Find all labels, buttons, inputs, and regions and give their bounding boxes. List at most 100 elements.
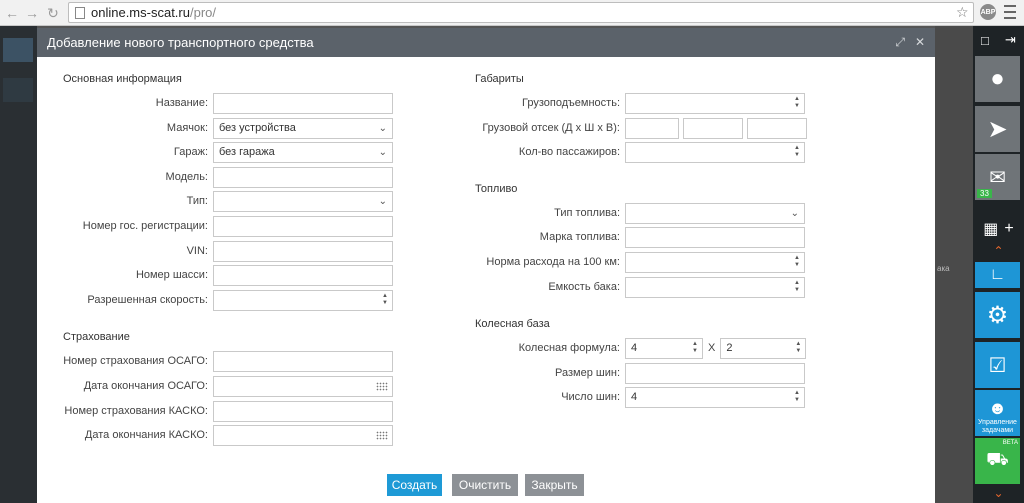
background-tile xyxy=(3,78,33,102)
garage-row: Гараж: без гаража ⌄ xyxy=(37,141,393,163)
fuel-rate-input[interactable]: ▲ ▼ xyxy=(625,251,805,273)
passengers-label: Кол-во пассажиров: xyxy=(518,146,620,158)
task-management-label: Управление задачами xyxy=(978,419,1017,434)
osago-num-input[interactable] xyxy=(213,350,393,372)
expand-icon[interactable]: ⤢ xyxy=(895,35,905,50)
checklist-tile[interactable]: ☑ xyxy=(975,342,1020,388)
cargo-length-input[interactable] xyxy=(625,117,679,139)
cargo-height-input[interactable] xyxy=(747,117,807,139)
capacity-label: Грузоподъемность: xyxy=(522,97,620,109)
fuel-rate-row: Норма расхода на 100 км: ▲ ▼ xyxy=(437,251,805,273)
chart-tile[interactable]: ∟ xyxy=(975,262,1020,288)
messages-tile[interactable]: ✉ 33 xyxy=(975,154,1020,200)
spinner-icon[interactable]: ▲ ▼ xyxy=(794,255,800,269)
settings-tile[interactable]: ⚙ xyxy=(975,292,1020,338)
model-label: Модель: xyxy=(165,171,208,183)
spinner-icon[interactable]: ▲ ▼ xyxy=(794,96,800,110)
garage-select[interactable]: без гаража ⌄ xyxy=(213,141,393,163)
chart-icon: ∟ xyxy=(989,266,1006,283)
bookmark-star-icon[interactable]: ☆ xyxy=(956,4,969,21)
wheel-formula-b-input[interactable]: 2 ▲ ▼ xyxy=(720,337,807,359)
beacon-value: без устройства xyxy=(219,122,296,134)
tank-input[interactable]: ▲ ▼ xyxy=(625,276,805,298)
garage-label: Гараж: xyxy=(173,146,208,158)
navigation-arrow-icon: ➤ xyxy=(987,115,1008,143)
rightbar-top: □ ⇥ xyxy=(973,26,1024,54)
passengers-input[interactable]: ▲ ▼ xyxy=(625,141,805,163)
spinner-icon[interactable]: ▲ ▼ xyxy=(692,341,698,355)
model-input[interactable] xyxy=(213,166,393,188)
tank-label: Емкость бака: xyxy=(548,281,620,293)
model-row: Модель: xyxy=(37,166,393,188)
calendar-icon[interactable] xyxy=(376,430,388,440)
beacon-label: Маячок: xyxy=(166,122,208,134)
fuel-brand-input[interactable] xyxy=(625,226,805,248)
spinner-icon[interactable]: ▲ ▼ xyxy=(794,280,800,294)
osago-end-input[interactable] xyxy=(213,375,393,397)
chat-icon[interactable]: □ xyxy=(981,33,989,48)
beta-badge: BETA xyxy=(1002,440,1018,446)
back-arrow-icon[interactable]: ← xyxy=(2,3,22,23)
osago-end-row: Дата окончания ОСАГО: xyxy=(37,375,393,397)
spinner-icon[interactable]: ▲ ▼ xyxy=(382,293,388,307)
type-select[interactable]: ⌄ xyxy=(213,190,393,212)
calendar-icon[interactable] xyxy=(376,381,388,391)
spinner-icon[interactable]: ▲ ▼ xyxy=(794,145,800,159)
chassis-input[interactable] xyxy=(213,264,393,286)
user-profile-tile[interactable]: ● xyxy=(975,56,1020,102)
fuel-type-select[interactable]: ⌄ xyxy=(625,202,805,224)
beacon-row: Маячок: без устройства ⌄ xyxy=(37,117,393,139)
wheel-formula-a-input[interactable]: 4 ▲ ▼ xyxy=(625,337,703,359)
chevron-down-icon: ⌄ xyxy=(378,122,387,134)
spinner-icon[interactable]: ▲ ▼ xyxy=(795,341,801,355)
close-button[interactable]: Закрыть xyxy=(525,474,584,496)
garage-value: без гаража xyxy=(219,146,275,158)
regnum-row: Номер гос. регистрации: xyxy=(37,215,393,237)
forward-arrow-icon[interactable]: → xyxy=(22,3,42,23)
adblock-extension-icon[interactable]: ABP xyxy=(980,4,996,20)
chevron-down-icon: ⌄ xyxy=(790,207,799,219)
scroll-up-icon[interactable]: ⌃ xyxy=(973,244,1024,258)
tire-count-row: Число шин: 4 ▲ ▼ xyxy=(437,386,805,408)
task-management-tile[interactable]: ☻ Управление задачами xyxy=(975,390,1020,436)
transport-tile[interactable]: ⛟ BETA xyxy=(975,438,1020,484)
regnum-input[interactable] xyxy=(213,215,393,237)
wheel-formula-a-value: 4 xyxy=(631,342,638,354)
scroll-down-icon[interactable]: ⌄ xyxy=(973,486,1024,500)
capacity-row: Грузоподъемность: ▲ ▼ xyxy=(437,92,805,114)
browser-menu-icon[interactable] xyxy=(1004,5,1016,19)
osago-num-label: Номер страхования ОСАГО: xyxy=(63,355,208,367)
reload-icon[interactable]: ↻ xyxy=(43,3,63,23)
kasko-end-input[interactable] xyxy=(213,424,393,446)
user-icon: ● xyxy=(990,65,1005,92)
speed-label: Разрешенная скорость: xyxy=(87,294,208,306)
background-map: ака xyxy=(935,26,973,503)
checklist-icon: ☑ xyxy=(988,354,1007,377)
logout-icon[interactable]: ⇥ xyxy=(1005,32,1016,48)
vin-input[interactable] xyxy=(213,240,393,262)
cargo-width-input[interactable] xyxy=(683,117,743,139)
capacity-input[interactable]: ▲ ▼ xyxy=(625,92,805,114)
layout-icon[interactable]: ▦ xyxy=(983,219,998,239)
name-input[interactable] xyxy=(213,92,393,114)
fuel-brand-row: Марка топлива: xyxy=(437,226,805,248)
speed-input[interactable]: ▲ ▼ xyxy=(213,289,393,311)
add-panel-icon[interactable]: + xyxy=(1004,220,1013,238)
tank-row: Емкость бака: ▲ ▼ xyxy=(437,276,805,298)
wheel-formula-row: Колесная формула: 4 ▲ ▼ X 2 ▲ ▼ xyxy=(437,337,807,359)
close-icon[interactable]: ✕ xyxy=(915,35,925,50)
add-route-tile[interactable]: ➤ xyxy=(975,106,1020,152)
beacon-select[interactable]: без устройства ⌄ xyxy=(213,117,393,139)
address-bar[interactable]: online.ms-scat.ru/pro/ xyxy=(68,2,974,23)
type-label: Тип: xyxy=(186,195,208,207)
create-button[interactable]: Создать xyxy=(387,474,442,496)
kasko-num-input[interactable] xyxy=(213,400,393,422)
vin-row: VIN: xyxy=(37,240,393,262)
spinner-icon[interactable]: ▲ ▼ xyxy=(794,390,800,404)
tire-size-input[interactable] xyxy=(625,362,805,384)
kasko-end-row: Дата окончания КАСКО: xyxy=(37,424,393,446)
kasko-num-row: Номер страхования КАСКО: xyxy=(37,400,393,422)
chevron-down-icon: ⌄ xyxy=(378,195,387,207)
tire-count-input[interactable]: 4 ▲ ▼ xyxy=(625,386,805,408)
clear-button[interactable]: Очистить xyxy=(452,474,518,496)
